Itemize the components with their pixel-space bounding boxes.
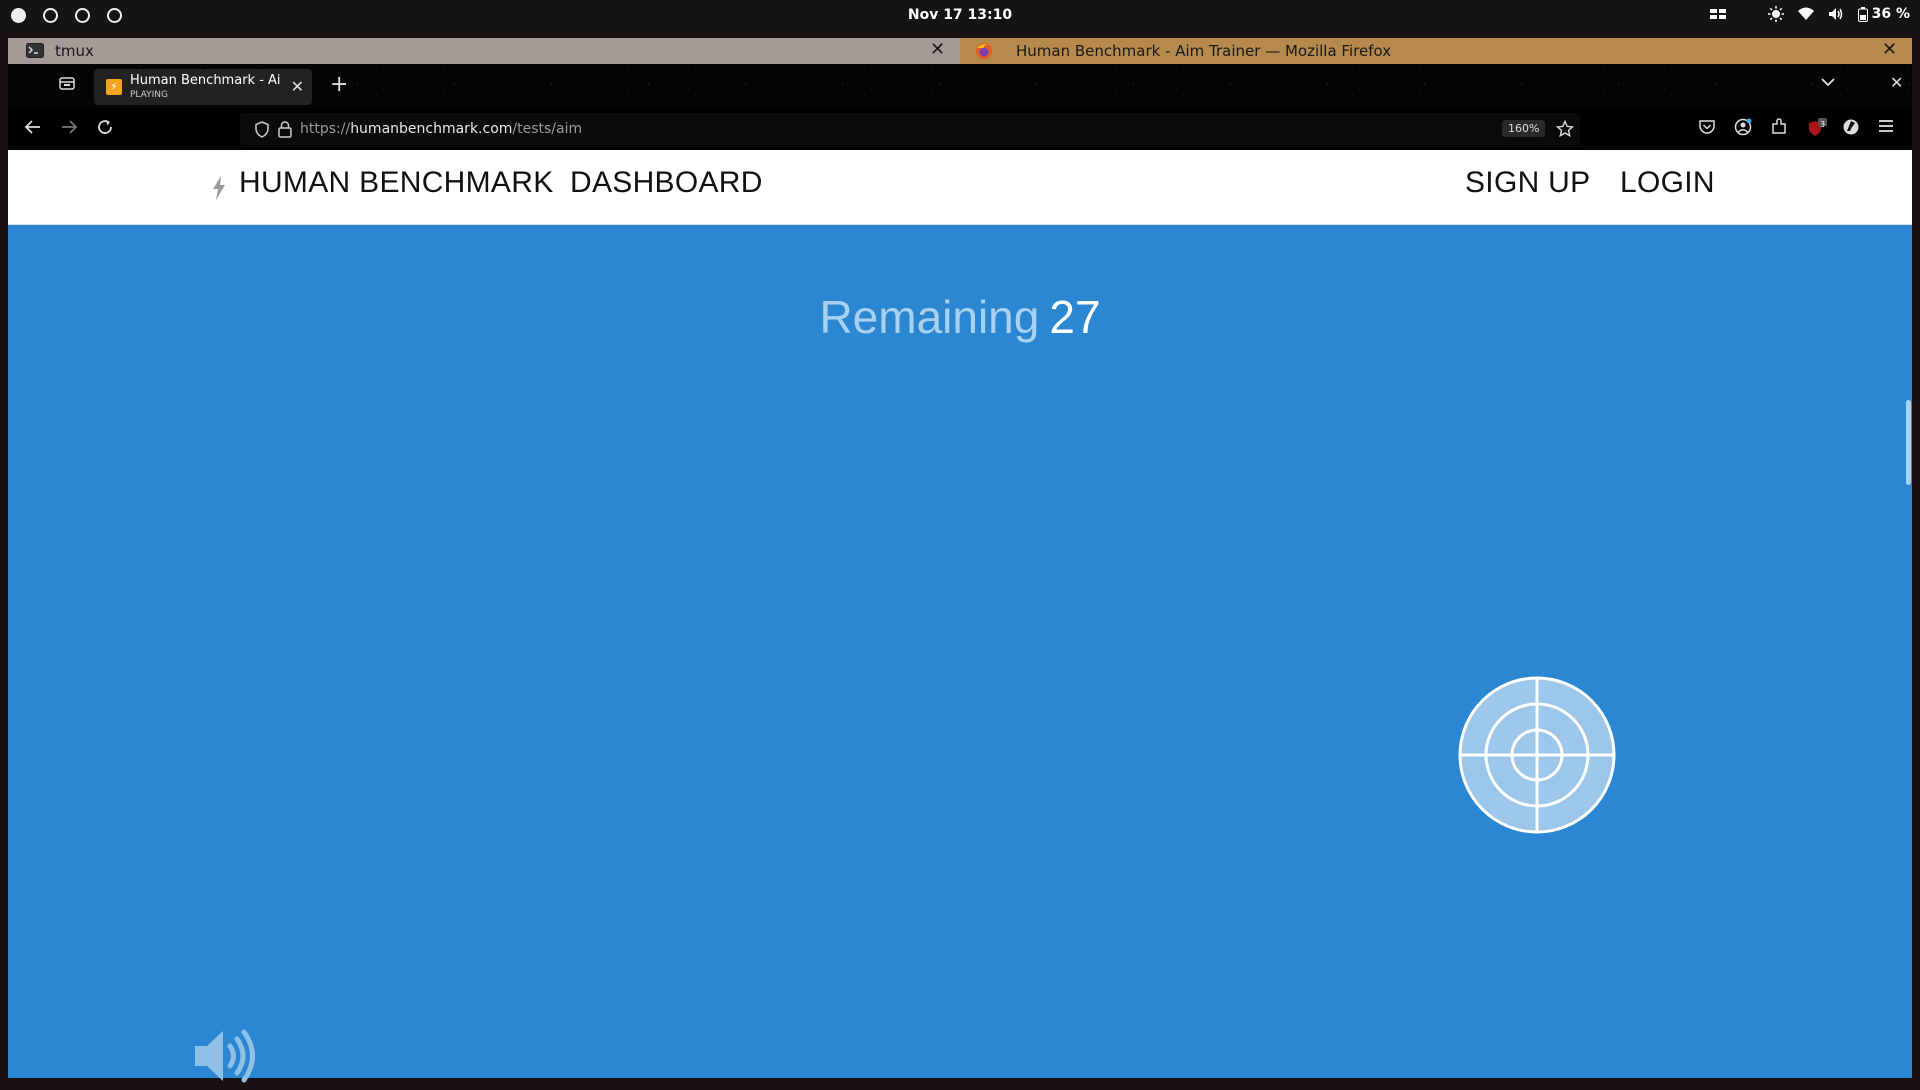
extension-badge: 3 — [1820, 120, 1826, 129]
url-bar[interactable]: https://humanbenchmark.com/tests/aim 160… — [240, 113, 1580, 145]
firefox-icon — [975, 42, 993, 64]
terminal-icon — [26, 43, 44, 62]
back-arrow-icon[interactable] — [24, 118, 42, 141]
workspaces-icon[interactable] — [1709, 8, 1726, 20]
dark-reader-icon[interactable] — [1842, 118, 1860, 141]
lock-icon[interactable] — [278, 121, 292, 142]
web-page: HUMAN BENCHMARK DASHBOARD SIGN UP LOGIN … — [8, 150, 1912, 1083]
extensions-puzzle-icon[interactable] — [1770, 118, 1788, 141]
bookmark-star-icon[interactable] — [1555, 119, 1575, 142]
battery-percent: 36 % — [1871, 6, 1910, 22]
tile-firefox-label: Human Benchmark - Aim Trainer — Mozilla … — [1016, 42, 1392, 60]
tab-title: Human Benchmark - Aim Trainer — [130, 73, 280, 88]
tracking-shield-icon[interactable] — [254, 121, 270, 142]
reload-icon[interactable] — [96, 118, 114, 141]
system-tray[interactable]: 36 % — [1709, 6, 1910, 22]
account-icon[interactable] — [1734, 118, 1752, 141]
nav-signup-link[interactable]: SIGN UP — [1465, 166, 1590, 200]
hamburger-menu-icon[interactable] — [1878, 118, 1894, 139]
tile-tmux-close-icon[interactable]: ✕ — [930, 39, 945, 60]
aim-target[interactable] — [1457, 675, 1617, 835]
remaining-value: 27 — [1049, 291, 1101, 343]
crosshair-target-icon[interactable] — [1457, 675, 1617, 835]
tab-close-icon[interactable]: ✕ — [291, 77, 304, 96]
url-text[interactable]: https://humanbenchmark.com/tests/aim — [300, 121, 582, 137]
volume-icon[interactable] — [1828, 7, 1844, 21]
remaining-counter: Remaining 27 — [8, 290, 1912, 344]
tile-firefox[interactable]: Human Benchmark - Aim Trainer — Mozilla … — [960, 38, 1912, 64]
zoom-level-badge[interactable]: 160% — [1502, 120, 1546, 137]
lightning-favicon-icon: ⚡ — [106, 79, 122, 95]
nav-dashboard-link[interactable]: DASHBOARD — [570, 166, 763, 200]
page-scrollbar[interactable] — [1904, 225, 1912, 1078]
battery-icon[interactable]: 36 % — [1857, 6, 1910, 22]
brightness-icon[interactable] — [1767, 6, 1784, 22]
tile-firefox-close-icon[interactable]: ✕ — [1882, 39, 1897, 60]
forward-arrow-icon[interactable] — [60, 118, 78, 141]
site-header: HUMAN BENCHMARK DASHBOARD SIGN UP LOGIN — [8, 150, 1912, 225]
browser-tab-bar: ⚡ Human Benchmark - Aim Trainer PLAYING … — [8, 64, 1912, 108]
new-tab-icon[interactable]: + — [330, 72, 348, 97]
tab-playing-indicator: PLAYING — [130, 90, 168, 100]
nav-login-link[interactable]: LOGIN — [1620, 166, 1715, 200]
sound-toggle-icon[interactable] — [193, 1026, 263, 1086]
ublock-shield-icon[interactable]: 3 — [1806, 118, 1828, 143]
firefox-view-icon[interactable] — [58, 74, 76, 97]
system-top-bar: Nov 17 13:10 36 % — [0, 0, 1920, 31]
tile-tmux-label: tmux — [55, 42, 94, 60]
browser-nav-bar: https://humanbenchmark.com/tests/aim 160… — [8, 108, 1912, 150]
remaining-label: Remaining — [819, 291, 1040, 343]
tab-aim-trainer[interactable]: ⚡ Human Benchmark - Aim Trainer PLAYING … — [94, 69, 312, 105]
pocket-icon[interactable] — [1698, 118, 1716, 141]
window-close-icon[interactable]: ✕ — [1890, 73, 1903, 92]
list-tabs-chevron-down-icon[interactable] — [1820, 74, 1836, 95]
window-tile-bar: tmux ✕ Human Benchmark - Aim Trainer — M… — [8, 38, 1912, 64]
system-clock[interactable]: Nov 17 13:10 — [0, 7, 1920, 23]
firefox-window: tmux ✕ Human Benchmark - Aim Trainer — M… — [8, 38, 1912, 1083]
wifi-icon[interactable] — [1797, 7, 1814, 21]
lightning-logo-icon[interactable] — [212, 176, 226, 200]
scrollbar-thumb[interactable] — [1906, 400, 1911, 485]
tile-tmux[interactable]: tmux ✕ — [8, 38, 960, 64]
brand-link[interactable]: HUMAN BENCHMARK — [239, 166, 554, 200]
